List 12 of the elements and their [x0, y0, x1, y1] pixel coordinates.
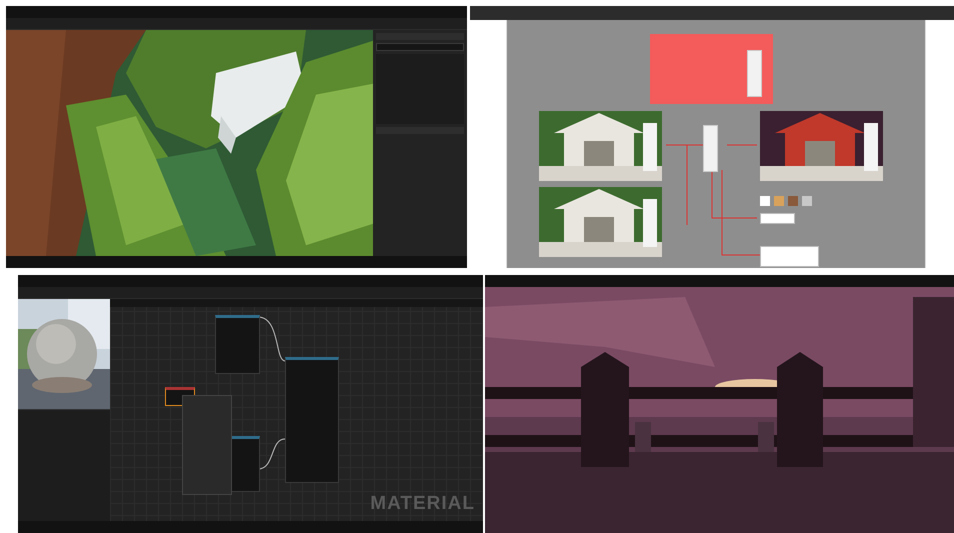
- graph-node[interactable]: [285, 357, 339, 483]
- note-card: [760, 246, 819, 267]
- color-swatch[interactable]: [760, 196, 770, 206]
- color-swatch[interactable]: [774, 196, 784, 206]
- phone-mockup: [703, 125, 718, 172]
- phone-mockup: [747, 50, 762, 97]
- color-swatch[interactable]: [802, 196, 812, 206]
- color-swatch[interactable]: [788, 196, 798, 206]
- note-card: [760, 213, 795, 224]
- connector-line: [726, 144, 758, 146]
- search-field[interactable]: [376, 43, 464, 51]
- graph-node[interactable]: [215, 315, 260, 374]
